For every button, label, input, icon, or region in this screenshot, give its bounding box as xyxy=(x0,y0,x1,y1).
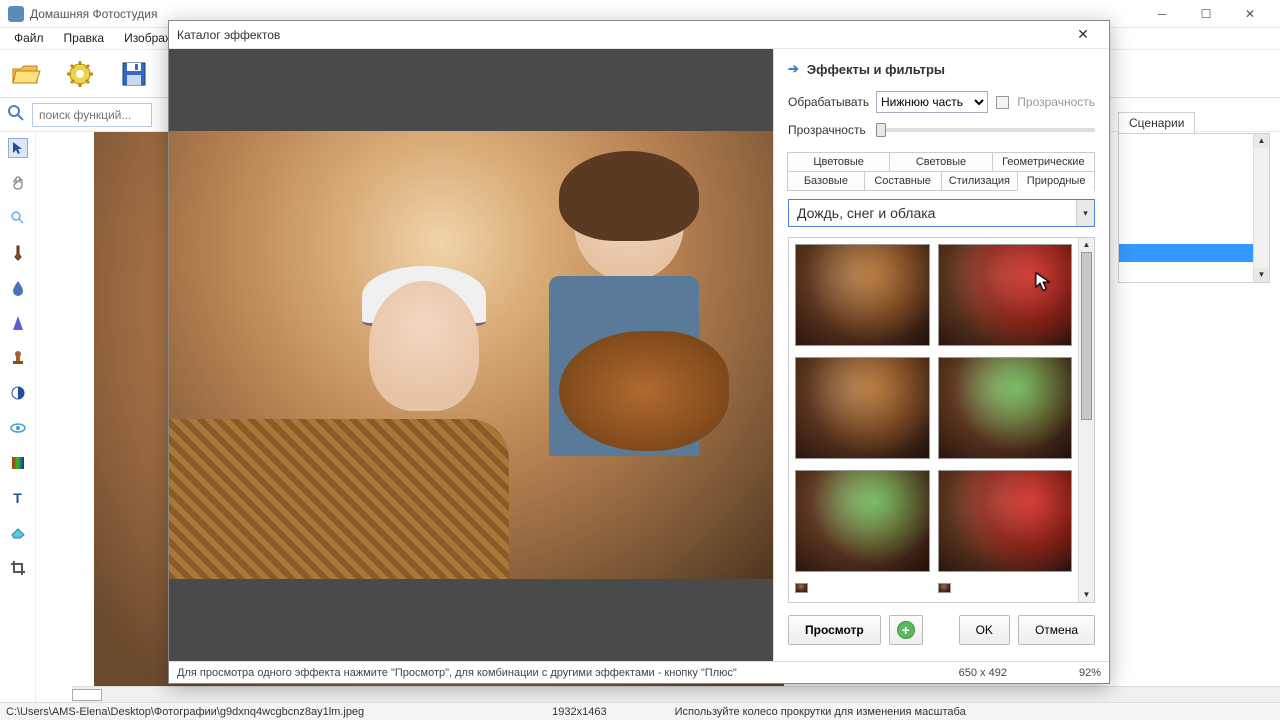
tab-color[interactable]: Цветовые xyxy=(787,152,890,172)
minimize-button[interactable]: ─ xyxy=(1140,0,1184,28)
dialog-title: Каталог эффектов xyxy=(177,28,280,42)
effects-side-pane: ➔ Эффекты и фильтры Обрабатывать Нижнюю … xyxy=(773,49,1109,661)
tab-stylization[interactable]: Стилизация xyxy=(941,171,1019,191)
effect-thumb[interactable] xyxy=(795,470,930,572)
close-button[interactable]: ✕ xyxy=(1228,0,1272,28)
add-effect-button[interactable]: + xyxy=(889,615,923,645)
effects-header: Эффекты и фильтры xyxy=(807,62,945,77)
plus-icon: + xyxy=(897,621,915,639)
search-icon xyxy=(6,103,26,126)
gradient-tool[interactable] xyxy=(8,453,28,473)
effect-thumb[interactable] xyxy=(795,244,930,346)
left-toolbar: T xyxy=(0,132,36,702)
tab-basic[interactable]: Базовые xyxy=(787,171,865,191)
category-tabs: Цветовые Световые Геометрические Базовые… xyxy=(788,153,1095,191)
tab-composite[interactable]: Составные xyxy=(864,171,942,191)
effect-group-value: Дождь, снег и облака xyxy=(789,200,1076,226)
main-statusbar: C:\Users\AMS-Elena\Desktop\Фотографии\g9… xyxy=(0,702,1280,720)
pointer-tool[interactable] xyxy=(8,138,28,158)
crop-tool[interactable] xyxy=(8,558,28,578)
gear-button[interactable] xyxy=(62,56,98,92)
shape-tool[interactable] xyxy=(8,313,28,333)
menu-file[interactable]: Файл xyxy=(4,28,54,49)
stamp-tool[interactable] xyxy=(8,348,28,368)
process-select[interactable]: Нижнюю часть xyxy=(876,91,988,113)
ok-button[interactable]: OK xyxy=(959,615,1010,645)
process-label: Обрабатывать xyxy=(788,95,868,109)
app-icon xyxy=(8,6,24,22)
open-button[interactable] xyxy=(8,56,44,92)
opacity-label: Прозрачность xyxy=(788,123,868,137)
dialog-statusbar: Для просмотра одного эффекта нажмите "Пр… xyxy=(169,661,1109,683)
tab-light[interactable]: Световые xyxy=(889,152,992,172)
status-filepath: C:\Users\AMS-Elena\Desktop\Фотографии\g9… xyxy=(6,706,364,718)
transparency-checkbox[interactable] xyxy=(996,96,1009,109)
cancel-button[interactable]: Отмена xyxy=(1018,615,1095,645)
transparency-label: Прозрачность xyxy=(1017,95,1095,109)
tab-nature[interactable]: Природные xyxy=(1017,171,1095,191)
status-hint: Используйте колесо прокрутки для изменен… xyxy=(675,706,966,718)
search-input[interactable] xyxy=(32,103,152,127)
effect-thumb[interactable] xyxy=(938,470,1073,572)
tab-scenarios[interactable]: Сценарии xyxy=(1118,112,1195,133)
effect-thumb[interactable] xyxy=(795,583,808,593)
effect-group-select[interactable]: Дождь, снег и облака ▾ xyxy=(788,199,1095,227)
effect-thumb[interactable] xyxy=(795,357,930,459)
dialog-status-hint: Для просмотра одного эффекта нажмите "Пр… xyxy=(177,667,947,679)
status-dimensions: 1932x1463 xyxy=(552,706,606,718)
arrow-icon: ➔ xyxy=(788,61,799,77)
dialog-close-button[interactable]: ✕ xyxy=(1065,22,1101,48)
scenario-selected-row[interactable] xyxy=(1119,244,1253,262)
effect-thumb[interactable] xyxy=(938,244,1073,346)
effect-thumb[interactable] xyxy=(938,583,951,593)
eye-tool[interactable] xyxy=(8,418,28,438)
maximize-button[interactable]: ☐ xyxy=(1184,0,1228,28)
text-tool[interactable]: T xyxy=(8,488,28,508)
eraser-tool[interactable] xyxy=(8,523,28,543)
contrast-tool[interactable] xyxy=(8,383,28,403)
hand-tool[interactable] xyxy=(8,173,28,193)
dialog-status-zoom: 92% xyxy=(1079,667,1101,679)
effect-thumbnails xyxy=(789,238,1078,602)
right-panel-scrollbar[interactable]: ▲▼ xyxy=(1253,134,1269,282)
drop-tool[interactable] xyxy=(8,278,28,298)
zoom-tool[interactable] xyxy=(8,208,28,228)
thumbnails-scrollbar[interactable]: ▲ ▼ xyxy=(1078,238,1094,602)
preview-button[interactable]: Просмотр xyxy=(788,615,881,645)
brush-tool[interactable] xyxy=(8,243,28,263)
preview-image xyxy=(169,131,773,579)
preview-pane xyxy=(169,49,773,661)
dialog-status-size: 650 x 492 xyxy=(959,667,1007,679)
tab-geometric[interactable]: Геометрические xyxy=(992,152,1095,172)
save-button[interactable] xyxy=(116,56,152,92)
horizontal-scrollbar[interactable] xyxy=(72,686,1280,702)
main-title: Домашняя Фотостудия xyxy=(30,7,157,21)
opacity-slider[interactable] xyxy=(876,128,1095,132)
effects-catalog-dialog: Каталог эффектов ✕ ➔ Эффекты и фильтры О… xyxy=(168,20,1110,684)
effect-thumb[interactable] xyxy=(938,357,1073,459)
right-panel: Сценарии ▲▼ xyxy=(1118,112,1270,283)
chevron-down-icon: ▾ xyxy=(1076,200,1094,226)
menu-edit[interactable]: Правка xyxy=(54,28,115,49)
